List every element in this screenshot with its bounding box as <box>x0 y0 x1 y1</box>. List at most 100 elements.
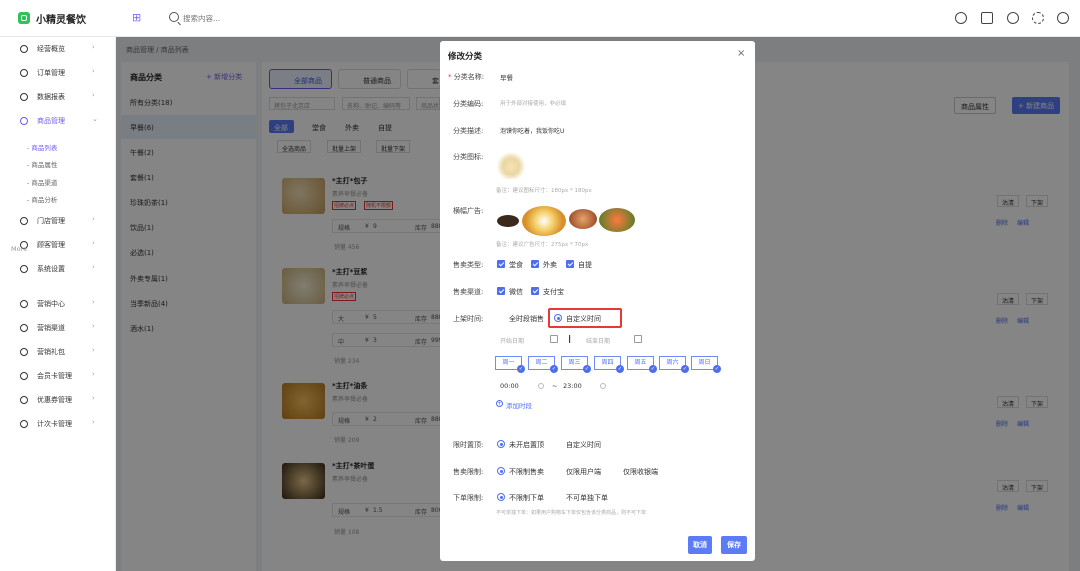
time-to-input[interactable]: 23:00 <box>563 382 582 390</box>
top-header <box>0 0 1080 37</box>
checkbox-label: 外卖 <box>543 261 557 269</box>
checkbox-pickup[interactable] <box>566 260 574 268</box>
pin-top-label: 限时置顶: <box>453 441 484 449</box>
watermark-logo-icon <box>8 545 28 561</box>
chevron-right-icon: › <box>92 263 95 271</box>
sidebar-item-orders[interactable]: 订单管理 › <box>0 65 116 81</box>
gift-icon <box>20 348 28 356</box>
sidebar-item-giftpack[interactable]: 营销礼包 › <box>0 344 116 360</box>
chevron-right-icon: › <box>92 346 95 354</box>
download-icon[interactable] <box>981 12 993 24</box>
category-code-input[interactable]: 用于外部对接使用，非必填 <box>500 99 566 107</box>
add-period-link[interactable]: 添加时段 <box>506 400 532 410</box>
chevron-right-icon: › <box>92 322 95 330</box>
end-date-input[interactable]: 结束日期 <box>586 336 610 345</box>
sidebar-sub-product-list[interactable]: - 商品列表 <box>27 142 57 152</box>
checkbox-takeout[interactable] <box>531 260 539 268</box>
sidebar-item-products[interactable]: 商品管理 ⌄ <box>0 113 116 129</box>
save-button[interactable]: 保存 <box>721 536 747 554</box>
order-limit-note: 不可单独下单：如果用户购物车下单仅包含该分类商品，则不可下单 <box>496 510 647 516</box>
calendar-icon[interactable] <box>550 335 558 343</box>
checkbox-dinein[interactable] <box>497 260 505 268</box>
clock-icon <box>538 383 544 389</box>
category-icon-upload[interactable] <box>497 151 525 179</box>
radio-label: 不限制售卖 <box>509 468 544 476</box>
radio-pin-custom[interactable]: 自定义时间 <box>566 440 601 450</box>
chevron-right-icon: › <box>92 370 95 378</box>
sidebar-sub-product-attr[interactable]: - 商品属性 <box>27 159 57 169</box>
sidebar-item-countcard[interactable]: 计次卡管理 › <box>0 416 116 432</box>
start-date-input[interactable]: 开始日期 <box>500 336 524 345</box>
modal-title: 修改分类 <box>448 52 483 62</box>
store-icon <box>20 217 28 225</box>
search-icon <box>169 12 179 22</box>
grid-icon <box>20 300 28 308</box>
sidebar-sub-product-channel[interactable]: - 商品渠道 <box>27 177 57 187</box>
magnifier-icon[interactable] <box>955 12 967 24</box>
app-title: 小精灵餐饮 <box>36 15 86 26</box>
fullscreen-icon[interactable] <box>1032 12 1044 24</box>
close-icon[interactable]: × <box>737 48 745 59</box>
category-desc-input[interactable]: 泡馍你吃着，我饭你吃U <box>500 126 564 135</box>
chevron-right-icon: › <box>92 418 95 426</box>
chevron-right-icon: › <box>92 67 95 75</box>
category-name-input[interactable]: 早餐 <box>500 72 513 82</box>
time-from-input[interactable]: 00:00 <box>500 382 519 390</box>
add-icon[interactable]: + <box>496 400 503 407</box>
radio-not-single-order[interactable]: 不可单独下单 <box>566 493 608 503</box>
radio-user-only[interactable]: 仅限用户端 <box>566 467 601 477</box>
sidebar-item-channels[interactable]: 营销渠道 › <box>0 320 116 336</box>
checkbox-label: 自提 <box>578 261 592 269</box>
edit-category-modal <box>440 41 755 561</box>
bag-icon <box>20 117 28 125</box>
checkbox-label: 支付宝 <box>543 288 564 296</box>
banner-food-item <box>599 208 635 232</box>
radio-no-limit[interactable] <box>497 467 505 475</box>
day-chip-sun[interactable]: 周日 <box>691 356 721 373</box>
search-input[interactable] <box>183 11 343 25</box>
sidebar-item-marketing[interactable]: 营销中心 › <box>0 296 116 312</box>
chevron-right-icon: › <box>92 43 95 51</box>
apps-grid-icon[interactable]: ⊞ <box>132 12 144 24</box>
calendar-icon[interactable] <box>634 335 642 343</box>
highlight-box <box>548 308 622 328</box>
checkbox-label: 微信 <box>509 288 523 296</box>
sidebar-sub-product-analysis[interactable]: - 商品分析 <box>27 194 57 204</box>
day-chip-tue[interactable]: 周二 <box>528 356 558 373</box>
banner-food-item <box>569 209 597 229</box>
ticket-icon <box>20 420 28 428</box>
dashboard-icon <box>20 45 28 53</box>
checkbox-wechat[interactable] <box>497 287 505 295</box>
day-chip-sat[interactable]: 周六 <box>659 356 689 373</box>
text-cursor-icon: I <box>568 333 572 346</box>
radio-order-no-limit[interactable] <box>497 493 505 501</box>
radio-label: 不限制下单 <box>509 494 544 502</box>
sidebar-item-reports[interactable]: 数据报表 › <box>0 89 116 105</box>
category-code-label: 分类编码: <box>453 100 484 108</box>
channel-icon <box>20 324 28 332</box>
day-chip-mon[interactable]: 周一 <box>495 356 525 373</box>
sidebar-item-stores[interactable]: 门店管理 › <box>0 213 116 229</box>
radio-full-time[interactable]: 全时段销售 <box>509 314 544 324</box>
radio-cashier-only[interactable]: 仅限收银端 <box>623 467 658 477</box>
day-chip-fri[interactable]: 周五 <box>627 356 657 373</box>
orders-icon <box>20 69 28 77</box>
day-chip-thu[interactable]: 周四 <box>594 356 624 373</box>
banner-size-note: 备注：建议广告尺寸：275px * 70px <box>496 242 589 248</box>
chat-icon[interactable] <box>1007 12 1019 24</box>
category-name-label: * 分类名称: <box>448 73 485 81</box>
sidebar-item-settings[interactable]: 系统设置 › <box>0 261 116 277</box>
clock-icon <box>600 383 606 389</box>
cancel-button[interactable]: 取消 <box>688 536 712 554</box>
sidebar-item-overview[interactable]: 经营概览 › <box>0 41 116 57</box>
radio-no-pin[interactable] <box>497 440 505 448</box>
user-icon[interactable] <box>1057 12 1069 24</box>
order-limit-label: 下单限制: <box>453 494 484 502</box>
sidebar-item-membercard[interactable]: 会员卡管理 › <box>0 368 116 384</box>
icon-size-note: 备注：建议图标尺寸：180px * 180px <box>496 188 592 194</box>
sidebar-item-coupons[interactable]: 优惠券管理 › <box>0 392 116 408</box>
chevron-down-icon: ⌄ <box>92 115 98 123</box>
day-chip-wed[interactable]: 周三 <box>561 356 591 373</box>
checkbox-alipay[interactable] <box>531 287 539 295</box>
banner-image-upload[interactable] <box>497 204 637 236</box>
